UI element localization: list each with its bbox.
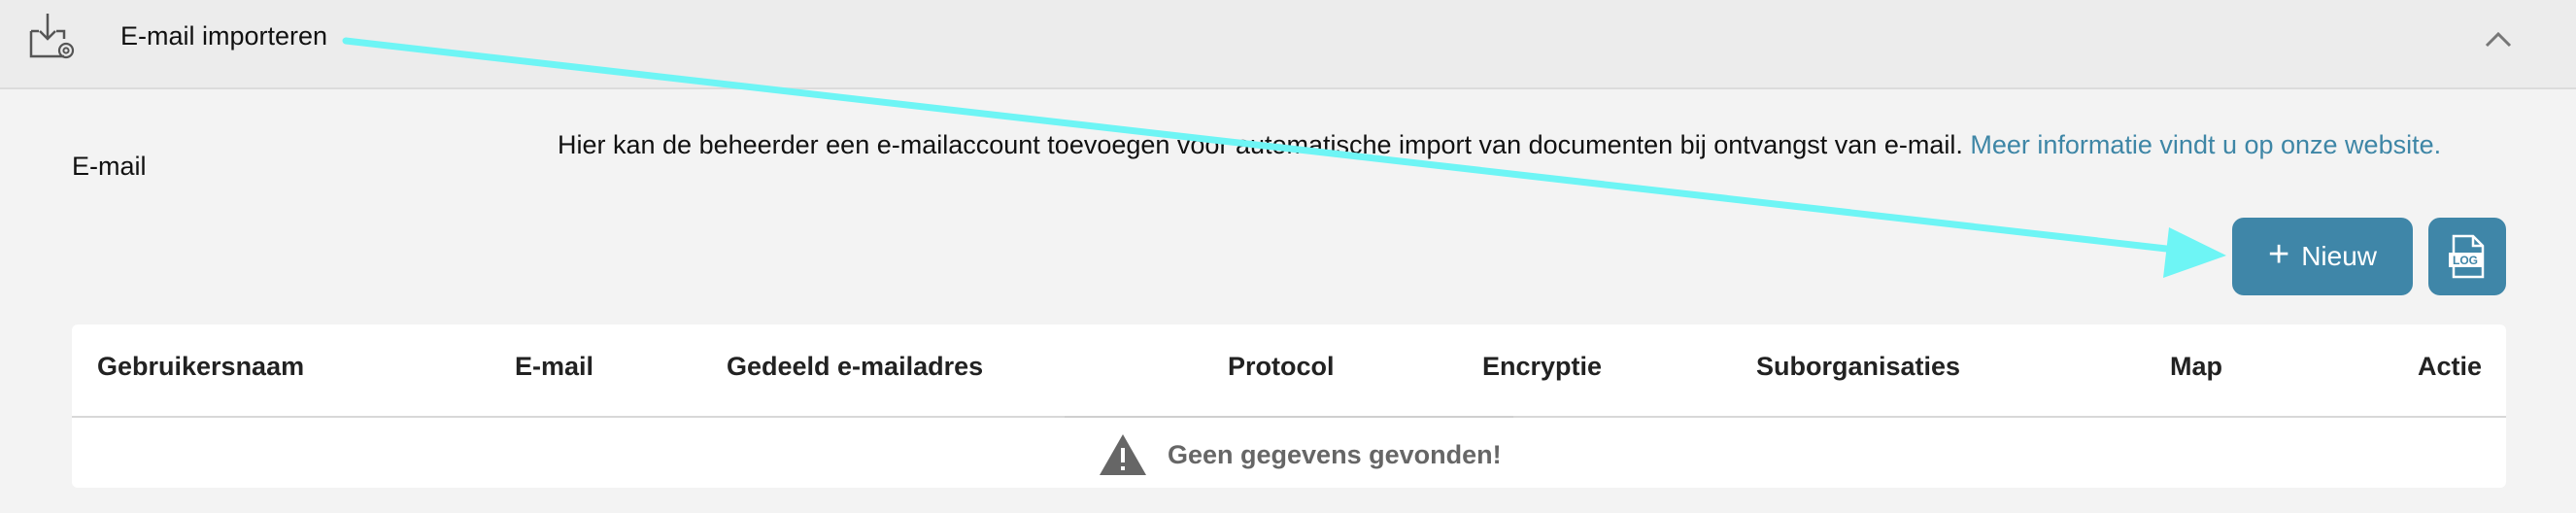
plus-icon: + xyxy=(2267,234,2290,275)
log-file-icon: LOG xyxy=(2449,234,2485,279)
empty-divider xyxy=(1065,416,1513,418)
new-button[interactable]: + Nieuw xyxy=(2232,218,2413,295)
more-info-link[interactable]: Meer informatie vindt u op onze website. xyxy=(1970,130,2441,159)
empty-message: Geen gegevens gevonden! xyxy=(1168,439,1502,469)
new-button-label: Nieuw xyxy=(2301,241,2377,271)
section-description: Hier kan de beheerder een e-mailaccount … xyxy=(558,120,2506,169)
log-icon-text: LOG xyxy=(2453,254,2478,267)
column-encryption[interactable]: Encryptie xyxy=(1482,352,1602,382)
column-suborganisations[interactable]: Suborganisaties xyxy=(1756,352,1960,382)
column-action: Actie xyxy=(2418,352,2483,381)
description-text: Hier kan de beheerder een e-mailaccount … xyxy=(558,130,1963,159)
log-button[interactable]: LOG xyxy=(2428,218,2506,295)
column-folder[interactable]: Map xyxy=(2170,352,2222,382)
table-header: Gebruikersnaam E-mail Gedeeld e-mailadre… xyxy=(72,325,2506,418)
column-username[interactable]: Gebruikersnaam xyxy=(97,352,304,382)
chevron-up-icon[interactable] xyxy=(2481,25,2516,54)
inbox-download-at-icon xyxy=(29,14,75,59)
column-shared-email[interactable]: Gedeeld e-mailadres xyxy=(727,352,983,382)
section-title: E-mail importeren xyxy=(120,21,328,51)
email-accounts-table: Gebruikersnaam E-mail Gedeeld e-mailadre… xyxy=(72,325,2506,488)
section-header[interactable]: E-mail importeren xyxy=(0,0,2576,89)
column-email[interactable]: E-mail xyxy=(515,352,593,382)
email-section-label: E-mail xyxy=(72,152,147,181)
column-protocol[interactable]: Protocol xyxy=(1228,352,1335,382)
warning-icon xyxy=(1100,434,1146,475)
empty-state: Geen gegevens gevonden! xyxy=(1098,431,1502,478)
